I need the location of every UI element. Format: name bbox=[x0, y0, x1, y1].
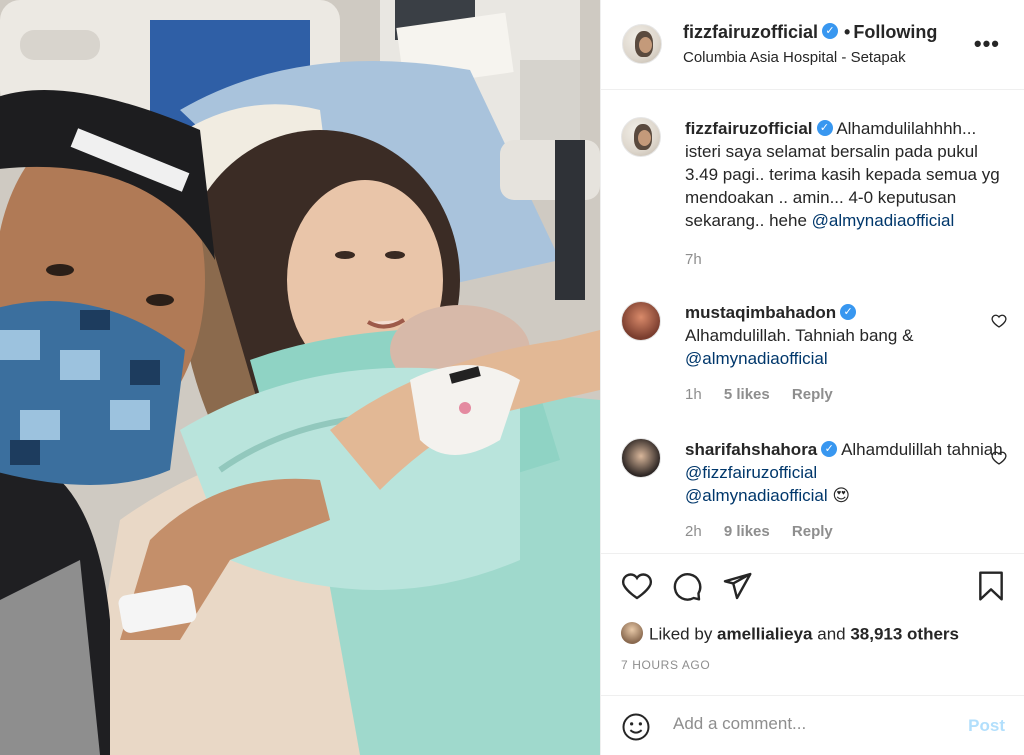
comment-meta: 1h 5 likes Reply bbox=[685, 386, 851, 403]
separator-dot: • bbox=[844, 22, 851, 42]
comment-meta: 2h 9 likes Reply bbox=[685, 523, 851, 540]
instagram-post-view: fizzfairuzofficial ✓ • Following Columbia A… bbox=[0, 0, 1024, 755]
post-button[interactable]: Post bbox=[968, 716, 1005, 736]
comment-text: Alhamdulillah tahniah bbox=[841, 440, 1003, 459]
caption-time[interactable]: 7h bbox=[685, 251, 702, 268]
comment-mention-2[interactable]: @almynadiaofficial bbox=[685, 486, 828, 505]
author-username[interactable]: fizzfairuzofficial bbox=[683, 22, 818, 42]
verified-badge-icon: ✓ bbox=[816, 119, 833, 136]
heart-icon[interactable] bbox=[621, 570, 653, 602]
comment-text-block: sharifahshahora ✓ Alhamdulillah tahniah @… bbox=[685, 438, 1015, 507]
comment-like-heart-icon[interactable] bbox=[991, 313, 1007, 329]
caption-username[interactable]: fizzfairuzofficial bbox=[685, 119, 813, 138]
author-avatar[interactable] bbox=[622, 24, 662, 64]
liked-by-and: and bbox=[812, 624, 851, 644]
post-side-panel: fizzfairuzofficial ✓ • Following Columbia A… bbox=[600, 0, 1024, 755]
caption-mention[interactable]: @almynadiaofficial bbox=[812, 211, 955, 230]
comment-time[interactable]: 1h bbox=[685, 386, 702, 403]
commenter-avatar[interactable] bbox=[621, 301, 661, 341]
comment-time[interactable]: 2h bbox=[685, 523, 702, 540]
liker-avatar[interactable] bbox=[621, 622, 643, 644]
comment-text: Alhamdulillah. Tahniah bang & bbox=[685, 326, 914, 345]
reply-button[interactable]: Reply bbox=[792, 523, 833, 540]
comment-mention[interactable]: @fizzfairuzofficial bbox=[685, 463, 817, 482]
verified-badge-icon: ✓ bbox=[840, 303, 857, 320]
post-actions: Liked by amellialieya and 38,913 others … bbox=[601, 553, 1024, 695]
liked-by-user[interactable]: amellialieya bbox=[717, 624, 812, 643]
comment-text-block: mustaqimbahadon ✓ Alhamdulillah. Tahniah … bbox=[685, 301, 1015, 370]
following-button[interactable]: Following bbox=[853, 22, 937, 42]
comment-likes[interactable]: 9 likes bbox=[724, 523, 770, 540]
post-photo[interactable] bbox=[0, 0, 600, 755]
comment-username[interactable]: sharifahshahora bbox=[685, 440, 817, 459]
more-horizontal-icon[interactable]: ••• bbox=[974, 33, 1000, 55]
location-link[interactable]: Columbia Asia Hospital - Setapak bbox=[683, 49, 906, 66]
commenter-avatar[interactable] bbox=[621, 438, 661, 478]
verified-badge-icon: ✓ bbox=[822, 23, 839, 40]
comments-list[interactable]: fizzfairuzofficial ✓ Alhamdulilahhhh... i… bbox=[601, 91, 1024, 553]
author-line: fizzfairuzofficial ✓ • Following bbox=[683, 22, 937, 43]
verified-badge-icon: ✓ bbox=[821, 440, 838, 457]
post-header: fizzfairuzofficial ✓ • Following Columbia A… bbox=[601, 0, 1024, 90]
share-icon[interactable] bbox=[721, 570, 753, 602]
liked-by-line: Liked by amellialieya and 38,913 others bbox=[621, 622, 959, 646]
comment-like-heart-icon[interactable] bbox=[991, 450, 1007, 466]
caption-avatar[interactable] bbox=[621, 117, 661, 157]
comment-mention[interactable]: @almynadiaofficial bbox=[685, 349, 828, 368]
liked-by-others[interactable]: 38,913 others bbox=[850, 624, 959, 643]
bookmark-icon[interactable] bbox=[975, 570, 1007, 602]
comment-likes[interactable]: 5 likes bbox=[724, 386, 770, 403]
heart-eyes-emoji: 😍 bbox=[832, 486, 851, 505]
comment-username[interactable]: mustaqimbahadon bbox=[685, 303, 836, 322]
comment-composer: Post bbox=[601, 695, 1024, 755]
comment-icon[interactable] bbox=[671, 570, 703, 602]
liked-by-prefix: Liked by bbox=[649, 624, 718, 644]
emoji-icon[interactable] bbox=[621, 712, 651, 742]
reply-button[interactable]: Reply bbox=[792, 386, 833, 403]
post-photo-illustration bbox=[0, 0, 600, 755]
caption-text-block: fizzfairuzofficial ✓ Alhamdulilahhhh... i… bbox=[685, 117, 1015, 232]
comment-input[interactable] bbox=[673, 714, 953, 734]
post-timestamp[interactable]: 7 HOURS AGO bbox=[621, 658, 710, 672]
caption-meta: 7h bbox=[685, 251, 720, 268]
avatar-face bbox=[638, 130, 651, 146]
avatar-face bbox=[639, 37, 652, 53]
